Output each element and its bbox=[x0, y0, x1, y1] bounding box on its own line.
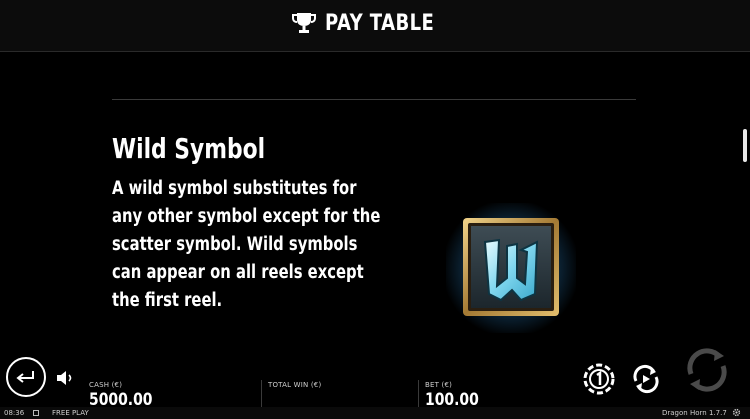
stat-separator bbox=[418, 380, 419, 408]
bet-chip-icon[interactable] bbox=[583, 363, 615, 395]
spin-button[interactable] bbox=[683, 346, 731, 394]
description-line: any other symbol except for the bbox=[112, 206, 381, 227]
description-line: can appear on all reels except bbox=[112, 262, 364, 283]
page-title: PAY TABLE bbox=[325, 10, 435, 36]
gear-icon[interactable] bbox=[732, 408, 741, 417]
header-bar: PAY TABLE bbox=[0, 0, 750, 52]
section-title: Wild Symbol bbox=[112, 132, 266, 165]
cash-label: CASH (€) bbox=[89, 381, 123, 389]
bet-display: BET (€) 100.00 bbox=[425, 381, 491, 410]
autoplay-icon[interactable] bbox=[630, 363, 662, 395]
game-name-text: Dragon Horn bbox=[662, 409, 707, 417]
stat-separator bbox=[261, 380, 262, 408]
trophy-icon bbox=[292, 13, 317, 33]
sound-icon[interactable] bbox=[55, 368, 75, 388]
wild-symbol-icon bbox=[463, 218, 559, 316]
section-description: A wild symbol substitutes for any other … bbox=[112, 175, 381, 315]
back-button[interactable] bbox=[6, 357, 46, 397]
description-line: scatter symbol. Wild symbols bbox=[112, 234, 358, 255]
play-mode-text: FREE PLAY bbox=[52, 409, 89, 417]
version-text: 1.7.7 bbox=[709, 409, 727, 417]
cash-display: CASH (€) 5000.00 bbox=[89, 381, 166, 410]
clock-text: 08:36 bbox=[4, 409, 25, 417]
total-win-label: TOTAL WIN (€) bbox=[268, 381, 322, 389]
return-arrow-icon bbox=[16, 371, 34, 383]
window-icon bbox=[33, 410, 39, 416]
status-footer: 08:36 FREE PLAY Dragon Horn 1.7.7 bbox=[0, 407, 750, 419]
scrollbar-thumb[interactable] bbox=[743, 129, 747, 162]
bet-label: BET (€) bbox=[425, 381, 453, 389]
description-line: the first reel. bbox=[112, 290, 223, 311]
description-line: A wild symbol substitutes for bbox=[112, 178, 357, 199]
total-win-display: TOTAL WIN (€) bbox=[268, 381, 321, 390]
section-divider bbox=[112, 99, 636, 100]
